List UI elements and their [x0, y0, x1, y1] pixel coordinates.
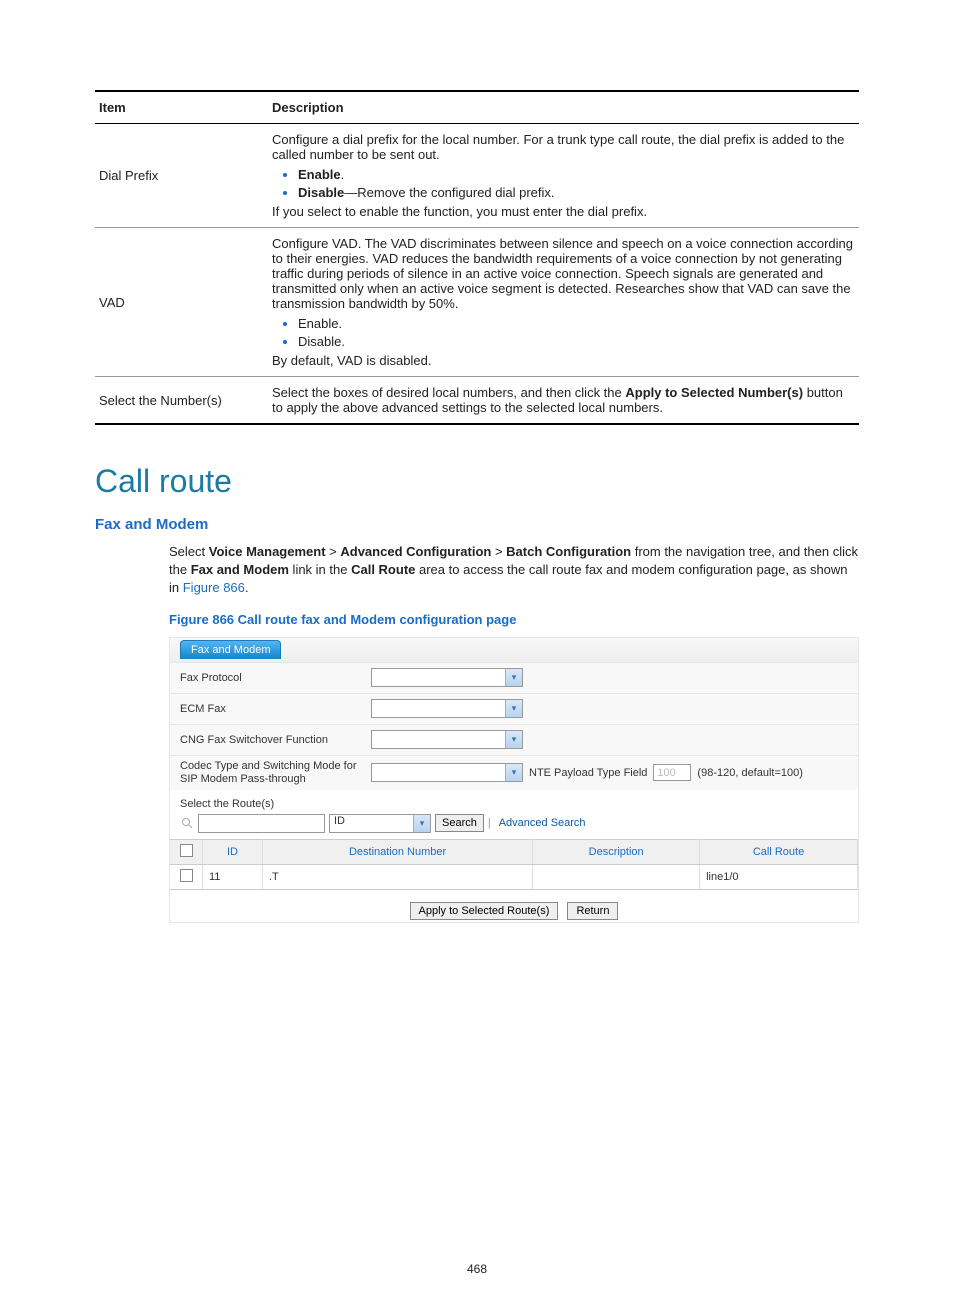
- cell-id: 11: [203, 864, 263, 889]
- search-input[interactable]: [198, 814, 325, 833]
- section-heading: Call route: [95, 463, 859, 500]
- description-table: Item Description Dial Prefix Configure a…: [95, 90, 859, 425]
- chevron-down-icon: ▾: [505, 731, 522, 748]
- desc-text: If you select to enable the function, yo…: [272, 204, 855, 219]
- item-vad: VAD: [95, 228, 268, 377]
- page-number: 468: [0, 1262, 954, 1276]
- intro-paragraph: Select Voice Management > Advanced Confi…: [169, 543, 859, 598]
- search-field-select[interactable]: ID ▾: [329, 814, 431, 833]
- col-dest: Destination Number: [262, 839, 532, 864]
- cell-dest: .T: [262, 864, 532, 889]
- nte-hint: (98-120, default=100): [697, 767, 803, 779]
- col-desc: Description: [533, 839, 700, 864]
- desc-text: Configure VAD. The VAD discriminates bet…: [272, 236, 855, 311]
- row-fax-protocol: Fax Protocol ▾: [170, 662, 858, 693]
- chevron-down-icon: ▾: [413, 815, 430, 832]
- search-icon: [180, 816, 194, 830]
- tab-bar: Fax and Modem: [170, 638, 858, 662]
- bullet: Enable.: [298, 315, 855, 331]
- figure-caption: Figure 866 Call route fax and Modem conf…: [169, 612, 859, 627]
- col-item: Item: [95, 91, 268, 124]
- col-id: ID: [203, 839, 263, 864]
- apply-button[interactable]: Apply to Selected Route(s): [410, 902, 559, 920]
- advanced-search-link[interactable]: Advanced Search: [499, 817, 586, 829]
- item-dial-prefix: Dial Prefix: [95, 124, 268, 228]
- select-all-checkbox[interactable]: [180, 844, 193, 857]
- desc-text: Configure a dial prefix for the local nu…: [272, 132, 855, 162]
- tab-fax-modem[interactable]: Fax and Modem: [180, 640, 281, 659]
- fax-protocol-select[interactable]: ▾: [371, 668, 523, 687]
- nte-input[interactable]: 100: [653, 764, 691, 781]
- col-description: Description: [268, 91, 859, 124]
- figure-link[interactable]: Figure 866: [183, 580, 245, 595]
- nte-label: NTE Payload Type Field: [529, 767, 647, 779]
- cell-route: line1/0: [700, 864, 858, 889]
- subsection-heading: Fax and Modem: [95, 516, 859, 533]
- search-button[interactable]: Search: [435, 814, 484, 832]
- table-row: Select the Number(s) Select the boxes of…: [95, 377, 859, 425]
- search-row: ID ▾ Search | Advanced Search: [170, 812, 858, 839]
- select-all-column: [170, 839, 203, 864]
- chevron-down-icon: ▾: [505, 764, 522, 781]
- button-row: Apply to Selected Route(s) Return: [170, 890, 858, 922]
- chevron-down-icon: ▾: [505, 669, 522, 686]
- bullet: Disable.: [298, 333, 855, 349]
- routes-table: ID Destination Number Description Call R…: [170, 839, 858, 890]
- row-checkbox[interactable]: [180, 869, 193, 882]
- codec-select[interactable]: ▾: [371, 763, 523, 782]
- row-codec: Codec Type and Switching Mode for SIP Mo…: [170, 755, 858, 790]
- config-screenshot: Fax and Modem Fax Protocol ▾ ECM Fax ▾ C…: [169, 637, 859, 923]
- desc-text: By default, VAD is disabled.: [272, 353, 855, 368]
- return-button[interactable]: Return: [567, 902, 618, 920]
- cng-select[interactable]: ▾: [371, 730, 523, 749]
- table-row: VAD Configure VAD. The VAD discriminates…: [95, 228, 859, 377]
- chevron-down-icon: ▾: [505, 700, 522, 717]
- table-row: Dial Prefix Configure a dial prefix for …: [95, 124, 859, 228]
- item-select-numbers: Select the Number(s): [95, 377, 268, 425]
- ecm-fax-select[interactable]: ▾: [371, 699, 523, 718]
- cell-desc: [533, 864, 700, 889]
- col-route: Call Route: [700, 839, 858, 864]
- select-routes-label: Select the Route(s): [170, 790, 858, 812]
- route-row: 11 .T line1/0: [170, 864, 858, 889]
- row-ecm-fax: ECM Fax ▾: [170, 693, 858, 724]
- row-cng: CNG Fax Switchover Function ▾: [170, 724, 858, 755]
